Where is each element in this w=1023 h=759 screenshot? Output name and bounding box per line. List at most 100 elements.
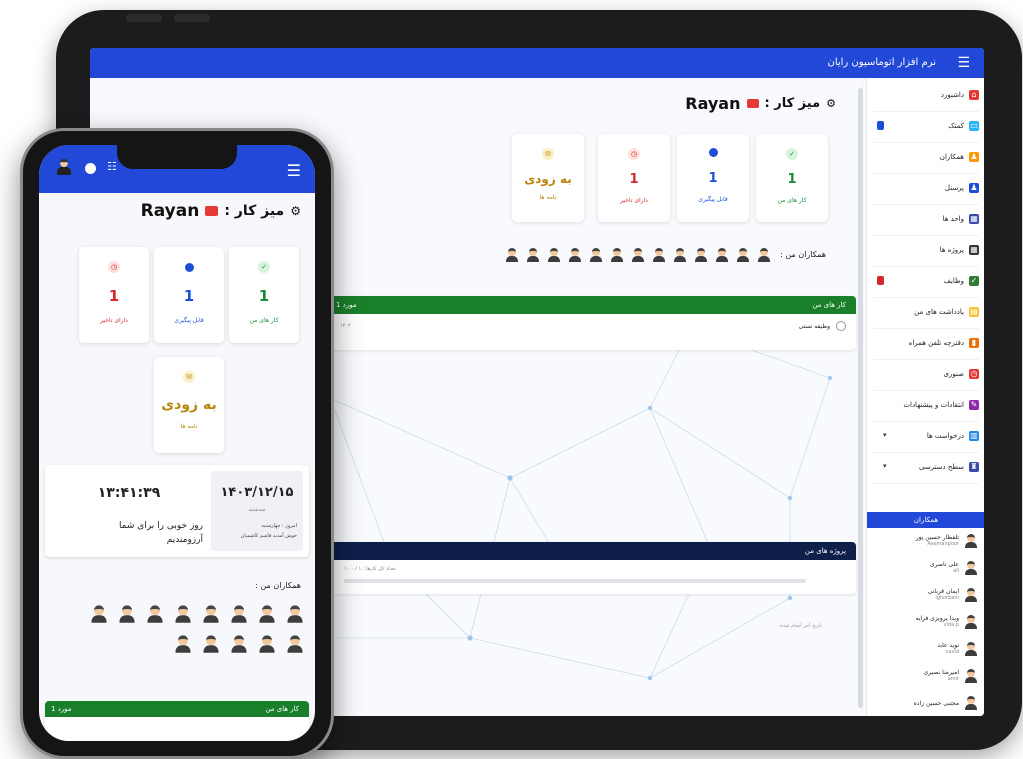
online-user[interactable]: تلفظار حسین پور Asemanpoor <box>916 534 977 548</box>
colleague-avatar[interactable] <box>287 635 303 653</box>
qr-icon: ▦ <box>969 245 979 255</box>
colleague-avatar[interactable] <box>569 248 581 262</box>
stat-card-delayed[interactable]: ◷ 1 دارای تاخیر <box>598 134 670 222</box>
page-heading: ⚙ میز کار : Rayan <box>685 94 836 113</box>
colleague-avatar[interactable] <box>147 605 163 623</box>
sidebar-item[interactable]: ▮ دفترچه تلفن همراه <box>909 332 979 354</box>
avatar[interactable] <box>57 159 71 177</box>
colleague-avatar[interactable] <box>674 248 686 262</box>
stat-label: کار های من <box>777 197 807 204</box>
colleague-avatar[interactable] <box>716 248 728 262</box>
stat-value: 1 <box>258 287 270 305</box>
colleague-avatar[interactable] <box>259 635 275 653</box>
sidebar-item[interactable]: ▦ واحد ها <box>943 208 979 230</box>
org-icon: ▦ <box>969 214 979 224</box>
avatar <box>965 588 977 602</box>
sidebar-item-label: وظایف <box>943 277 964 285</box>
colleague-avatar[interactable] <box>527 248 539 262</box>
colleague-avatar[interactable] <box>175 635 191 653</box>
mail-icon: ✉ <box>542 148 554 160</box>
message-icon[interactable] <box>85 163 96 174</box>
sidebar-item[interactable]: ✓ وظایف <box>944 270 979 292</box>
stat-value: 1 <box>629 172 639 187</box>
colleague-avatar[interactable] <box>287 605 303 623</box>
phone-screen: ☷ ☰ ⚙ میز کار : Rayan ✓ 1 کار های من 1 ق… <box>39 145 315 741</box>
online-user-name: امیرضا نصیری <box>923 669 959 676</box>
stat-card-my-tasks[interactable]: ✓ 1 کار های من <box>229 247 299 343</box>
sidebar-item-label: کمتک <box>948 122 964 130</box>
check-icon: ✓ <box>786 148 798 160</box>
colleague-avatar[interactable] <box>91 605 107 623</box>
clock-icon: ◷ <box>969 369 979 379</box>
online-user-name: علی ناصری <box>929 561 959 568</box>
sidebar-item[interactable]: ♟ همکاران <box>940 146 979 168</box>
stat-card-trackable[interactable]: 1 قابل پیگیری <box>154 247 224 343</box>
colleague-avatar[interactable] <box>653 248 665 262</box>
colleague-avatar[interactable] <box>203 635 219 653</box>
panel-count: 1 مورد <box>51 705 72 713</box>
colleague-avatar[interactable] <box>548 248 560 262</box>
stat-card-letters[interactable]: ✉ به زودی نامه ها <box>154 357 224 453</box>
divider <box>873 452 979 453</box>
colleague-avatar[interactable] <box>590 248 602 262</box>
online-user[interactable]: مجتبی حسین زاده <box>914 696 977 710</box>
sidebar-item[interactable]: ▭ کمتک <box>948 115 979 137</box>
heading-user: Rayan <box>140 201 200 221</box>
colleague-avatar[interactable] <box>203 605 219 623</box>
task-row[interactable]: وظیفه تستی <box>799 321 846 331</box>
colleague-avatar[interactable] <box>231 635 247 653</box>
stat-card-my-tasks[interactable]: ✓ 1 کار های من <box>756 134 828 222</box>
colleague-avatar[interactable] <box>611 248 623 262</box>
sidebar-item[interactable]: ♜ سطح دسترسی <box>919 456 979 478</box>
online-user-text: علی ناصری ali <box>930 561 959 575</box>
online-user-text: امیرضا نصیری amir <box>923 669 959 683</box>
divider <box>873 359 979 360</box>
online-user[interactable]: نوید عابد navid <box>937 642 977 656</box>
online-user-text: نوید عابد navid <box>937 642 959 656</box>
colleague-avatar[interactable] <box>758 248 770 262</box>
chevron-down-icon[interactable]: ▾ <box>883 462 887 470</box>
colleague-avatar[interactable] <box>231 605 247 623</box>
online-user-sub: amir <box>947 676 959 682</box>
online-user-sub: ighorbani <box>935 595 959 601</box>
sidebar-item[interactable]: ✎ انتقادات و پیشنهادات <box>903 394 979 416</box>
stat-card-trackable[interactable]: 1 قابل پیگیری <box>677 134 749 222</box>
task-checkbox[interactable] <box>836 321 846 331</box>
chevron-down-icon[interactable]: ▾ <box>883 431 887 439</box>
sidebar-item[interactable]: ▦ پروژه ها <box>940 239 979 261</box>
online-user-name: ویدا پرویزی فرایه <box>915 615 960 622</box>
divider <box>873 235 979 236</box>
sidebar-item[interactable]: ♟ پرسنل <box>945 177 979 199</box>
stat-value: 1 <box>108 287 120 305</box>
sidebar-item[interactable]: ⌂ داشبورد <box>941 84 979 106</box>
online-user[interactable]: امیرضا نصیری amir <box>923 669 977 683</box>
colleague-avatar[interactable] <box>695 248 707 262</box>
colleague-avatar[interactable] <box>632 248 644 262</box>
stat-value: 1 <box>183 287 195 305</box>
hamburger-menu-icon[interactable]: ☰ <box>957 55 970 71</box>
colleague-avatar[interactable] <box>737 248 749 262</box>
stat-card-delayed[interactable]: ◷ 1 دارای تاخیر <box>79 247 149 343</box>
sidebar-item[interactable]: ▤ یادداشت های من <box>914 301 979 323</box>
sidebar-item-label: پرسنل <box>944 184 964 192</box>
online-user[interactable]: علی ناصری ali <box>930 561 977 575</box>
colleague-avatar[interactable] <box>175 605 191 623</box>
stat-card-letters[interactable]: ✉ به زودی نامه ها <box>512 134 584 222</box>
main-scrollbar[interactable] <box>858 88 863 708</box>
sidebar-item[interactable]: ◷ صنوری <box>943 363 979 385</box>
hamburger-menu-icon[interactable]: ☰ <box>287 161 301 180</box>
online-user-text: تلفظار حسین پور Asemanpoor <box>916 534 959 548</box>
phone-notch <box>117 145 237 169</box>
sidebar-item[interactable]: ▥ درخواست ها <box>927 425 979 447</box>
online-user[interactable]: ایمان قربانی ighorbani <box>928 588 977 602</box>
online-user[interactable]: ویدا پرویزی فرایه vida.p <box>915 615 977 629</box>
colleague-avatar[interactable] <box>506 248 518 262</box>
avatar <box>965 696 977 710</box>
online-user-name: مجتبی حسین زاده <box>913 699 959 707</box>
sidebar-item-label: دفترچه تلفن همراه <box>908 339 964 347</box>
my-projects-header: پروژه های من <box>330 542 856 560</box>
grid-icon[interactable]: ☷ <box>107 160 117 173</box>
colleague-avatar[interactable] <box>259 605 275 623</box>
my-projects-panel: پروژه های من ۱۰ تعداد کل کارها : ۱ / ۰ <box>330 542 856 594</box>
colleague-avatar[interactable] <box>119 605 135 623</box>
